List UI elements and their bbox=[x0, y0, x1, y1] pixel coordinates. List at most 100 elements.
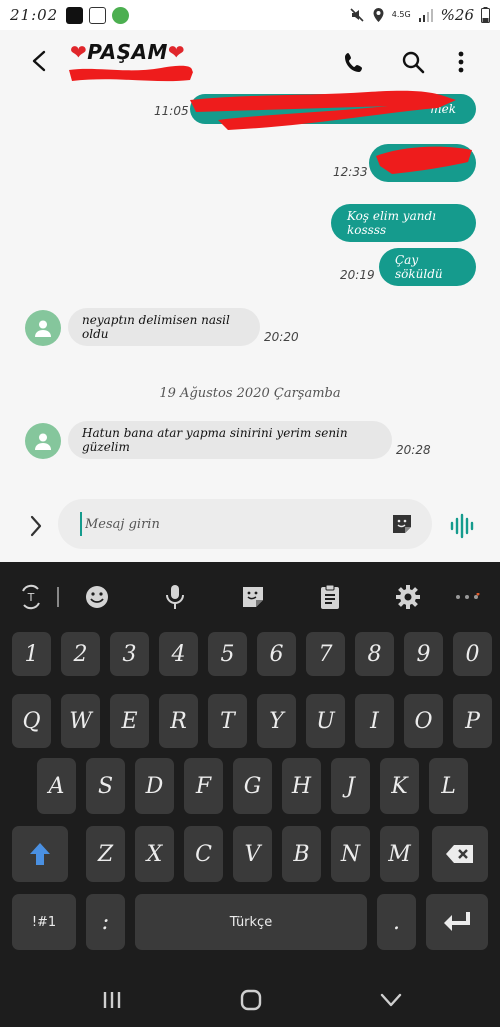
key-label: B bbox=[293, 841, 310, 867]
key-6[interactable]: 6 bbox=[257, 632, 296, 676]
key-a[interactable]: A bbox=[37, 758, 76, 814]
key-r[interactable]: R bbox=[159, 694, 198, 748]
space-key[interactable]: Türkçe bbox=[135, 894, 367, 950]
message-list[interactable]: mek 11:05 12:33 Koş elim yandı kossss Ça… bbox=[0, 90, 500, 495]
message-bubble-sent[interactable]: Koş elim yandı kossss bbox=[331, 204, 476, 242]
colon-key[interactable]: : bbox=[86, 894, 125, 950]
key-z[interactable]: Z bbox=[86, 826, 125, 882]
key-label: 2 bbox=[73, 641, 88, 667]
key-5[interactable]: 5 bbox=[208, 632, 247, 676]
app-notification-icon bbox=[89, 6, 107, 24]
key-w[interactable]: W bbox=[61, 694, 100, 748]
shift-key[interactable] bbox=[12, 826, 68, 882]
recents-button[interactable] bbox=[97, 988, 127, 1012]
key-h[interactable]: H bbox=[282, 758, 321, 814]
navigation-bar bbox=[0, 970, 500, 1027]
contact-avatar[interactable] bbox=[25, 310, 61, 346]
gear-icon bbox=[396, 585, 420, 609]
key-label: 8 bbox=[367, 641, 382, 667]
key-8[interactable]: 8 bbox=[355, 632, 394, 676]
key-label: S bbox=[97, 773, 114, 799]
contact-avatar[interactable] bbox=[25, 423, 61, 459]
key-4[interactable]: 4 bbox=[159, 632, 198, 676]
key-k[interactable]: K bbox=[380, 758, 419, 814]
key-m[interactable]: M bbox=[380, 826, 419, 882]
key-label: X bbox=[146, 841, 163, 867]
key-p[interactable]: P bbox=[453, 694, 492, 748]
heart-icon: ❤ bbox=[167, 40, 186, 64]
key-l[interactable]: L bbox=[429, 758, 468, 814]
key-label: E bbox=[121, 708, 138, 734]
home-button[interactable] bbox=[236, 988, 266, 1012]
emoji-button[interactable] bbox=[82, 582, 112, 612]
key-s[interactable]: S bbox=[86, 758, 125, 814]
expand-attachments-button[interactable] bbox=[24, 513, 48, 539]
key-label: W bbox=[69, 708, 92, 734]
keyboard-toolbar: T bbox=[0, 562, 500, 630]
key-label: Z bbox=[97, 841, 114, 867]
translate-button[interactable]: T bbox=[16, 582, 46, 612]
key-label: J bbox=[346, 773, 355, 799]
backspace-key[interactable] bbox=[432, 826, 488, 882]
key-1[interactable]: 1 bbox=[12, 632, 51, 676]
enter-key[interactable] bbox=[426, 894, 488, 950]
message-bubble-received[interactable]: neyaptın delimisen nasil oldu bbox=[68, 308, 260, 346]
key-t[interactable]: T bbox=[208, 694, 247, 748]
key-n[interactable]: N bbox=[331, 826, 370, 882]
key-7[interactable]: 7 bbox=[306, 632, 345, 676]
key-u[interactable]: U bbox=[306, 694, 345, 748]
period-key[interactable]: . bbox=[377, 894, 416, 950]
message-text: neyaptın delimisen nasil oldu bbox=[82, 313, 230, 341]
key-label: 9 bbox=[416, 641, 431, 667]
battery-icon bbox=[481, 7, 490, 23]
key-label: F bbox=[195, 773, 212, 799]
key-o[interactable]: O bbox=[404, 694, 443, 748]
key-c[interactable]: C bbox=[184, 826, 223, 882]
key-i[interactable]: I bbox=[355, 694, 394, 748]
more-horizontal-icon bbox=[456, 593, 480, 599]
contact-name[interactable]: ❤PAŞAM❤ bbox=[70, 40, 185, 64]
message-input[interactable] bbox=[80, 512, 380, 536]
key-y[interactable]: Y bbox=[257, 694, 296, 748]
keyboard-settings-button[interactable] bbox=[393, 582, 423, 612]
key-3[interactable]: 3 bbox=[110, 632, 149, 676]
voice-input-button[interactable] bbox=[449, 512, 477, 540]
key-x[interactable]: X bbox=[135, 826, 174, 882]
clipboard-button[interactable] bbox=[315, 582, 345, 612]
keyboard-more-button[interactable] bbox=[452, 582, 482, 612]
translate-icon: T bbox=[22, 584, 40, 610]
sticker-button[interactable] bbox=[390, 512, 414, 536]
voice-typing-button[interactable] bbox=[160, 582, 190, 612]
key-q[interactable]: Q bbox=[12, 694, 51, 748]
key-0[interactable]: 0 bbox=[453, 632, 492, 676]
key-d[interactable]: D bbox=[135, 758, 174, 814]
key-2[interactable]: 2 bbox=[61, 632, 100, 676]
key-label: P bbox=[465, 708, 480, 734]
message-time: 11:05 bbox=[154, 104, 189, 118]
nav-back-button[interactable] bbox=[376, 988, 406, 1012]
network-type: 4.5G bbox=[391, 10, 411, 19]
message-text: Hatun bana atar yapma sinirini yerim sen… bbox=[82, 426, 348, 454]
key-f[interactable]: F bbox=[184, 758, 223, 814]
key-9[interactable]: 9 bbox=[404, 632, 443, 676]
message-field[interactable] bbox=[58, 499, 432, 549]
key-g[interactable]: G bbox=[233, 758, 272, 814]
message-bubble-sent[interactable]: Çay söküldü bbox=[379, 248, 476, 286]
person-icon bbox=[35, 433, 51, 450]
search-button[interactable] bbox=[399, 48, 427, 76]
key-e[interactable]: E bbox=[110, 694, 149, 748]
key-b[interactable]: B bbox=[282, 826, 321, 882]
key-j[interactable]: J bbox=[331, 758, 370, 814]
more-options-button[interactable] bbox=[447, 48, 475, 76]
message-bubble-received[interactable]: Hatun bana atar yapma sinirini yerim sen… bbox=[68, 421, 392, 459]
key-v[interactable]: V bbox=[233, 826, 272, 882]
back-button[interactable] bbox=[24, 46, 54, 76]
keyboard-sticker-button[interactable] bbox=[238, 582, 268, 612]
symbols-key[interactable]: !#1 bbox=[12, 894, 76, 950]
call-button[interactable] bbox=[341, 48, 369, 76]
message-text: Koş elim yandı kossss bbox=[347, 209, 436, 237]
heart-icon: ❤ bbox=[70, 40, 88, 64]
app-notification-icon bbox=[66, 6, 84, 24]
person-icon bbox=[35, 320, 51, 337]
key-label: R bbox=[170, 708, 187, 734]
